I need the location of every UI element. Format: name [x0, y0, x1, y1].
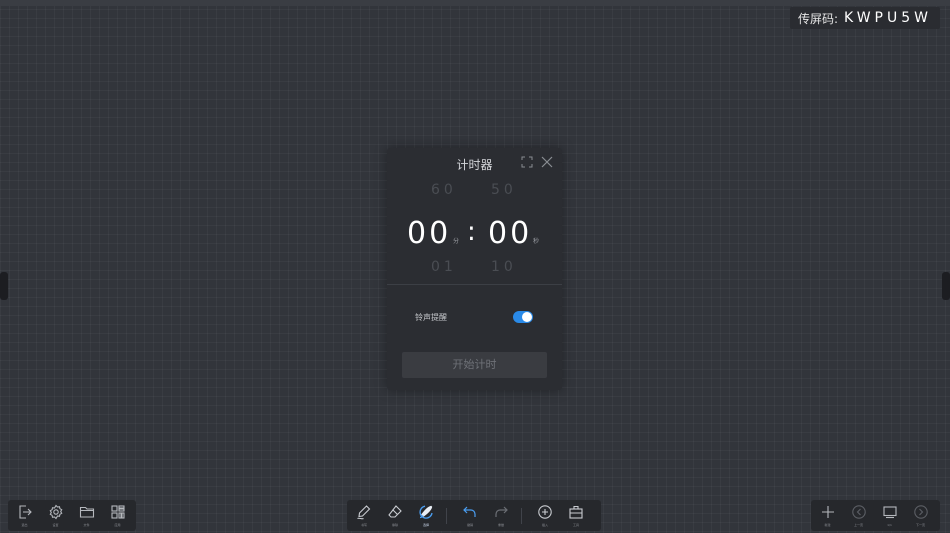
eraser-button[interactable]: 擦除 — [381, 500, 409, 531]
seconds-prev: 50 — [491, 182, 517, 198]
timer-divider — [387, 284, 562, 285]
redo-label: 重做 — [497, 523, 504, 527]
bell-reminder-row: 铃声提醒 — [387, 310, 562, 326]
timer-header: 计时器 — [387, 148, 562, 178]
redo-icon — [495, 506, 508, 517]
minutes-unit: 分 — [453, 238, 460, 245]
minutes-prev: 60 — [431, 182, 457, 198]
pages-icon — [882, 506, 897, 519]
right-toolbar: 新建 上一页 1/1 下一页 — [811, 500, 940, 531]
close-icon[interactable] — [541, 156, 553, 168]
bell-reminder-label: 铃声提醒 — [415, 313, 447, 322]
left-toolbar: 退出 设置 文件 应用 — [8, 500, 136, 531]
insert-label: 插入 — [541, 523, 548, 527]
plus-icon — [821, 506, 834, 518]
redo-button[interactable]: 重做 — [487, 500, 515, 531]
prev-page-button[interactable]: 上一页 — [844, 500, 873, 531]
minutes-value[interactable]: 00 — [407, 214, 451, 254]
apps-icon — [110, 505, 125, 519]
picker-current-row: 00 分 : 00 秒 — [387, 214, 562, 254]
toggle-knob — [522, 312, 532, 322]
screen-code-value: KWPU5W — [844, 10, 932, 26]
right-edge-handle[interactable] — [942, 272, 950, 300]
select-icon — [419, 505, 433, 519]
undo-button[interactable]: 撤销 — [456, 500, 484, 531]
toolbox-label: 工具 — [572, 523, 579, 527]
select-label: 选择 — [422, 523, 429, 527]
undo-label: 撤销 — [466, 523, 473, 527]
new-page-button[interactable]: 新建 — [813, 500, 842, 531]
new-page-label: 新建 — [824, 523, 831, 527]
select-button[interactable]: 选择 — [412, 500, 440, 531]
top-strip — [0, 0, 950, 6]
minutes-next: 01 — [431, 259, 457, 275]
next-page-button[interactable]: 下一页 — [906, 500, 935, 531]
pen-icon — [357, 505, 371, 520]
center-toolbar: 书写 擦除 选择 撤销 重做 插入 工具 — [347, 500, 601, 531]
start-timer-button[interactable]: 开始计时 — [402, 352, 547, 378]
pen-label: 书写 — [360, 523, 367, 527]
exit-label: 退出 — [21, 523, 28, 527]
prev-page-label: 上一页 — [853, 523, 863, 527]
apps-label: 应用 — [114, 523, 121, 527]
left-edge-handle[interactable] — [0, 272, 8, 300]
files-label: 文件 — [83, 523, 90, 527]
undo-icon — [463, 506, 476, 517]
exit-icon — [18, 505, 32, 519]
settings-label: 设置 — [52, 523, 59, 527]
pen-button[interactable]: 书写 — [350, 500, 378, 531]
time-colon: : — [467, 217, 476, 247]
bell-reminder-toggle[interactable] — [513, 311, 533, 323]
time-picker[interactable]: 60 50 00 分 : 00 秒 01 10 — [387, 178, 562, 290]
toolbox-button[interactable]: 工具 — [562, 500, 590, 531]
timer-title: 计时器 — [456, 158, 493, 172]
toolbar-separator — [521, 508, 522, 524]
next-page-label: 下一页 — [915, 523, 925, 527]
exit-button[interactable]: 退出 — [10, 500, 39, 531]
eraser-label: 擦除 — [391, 523, 398, 527]
seconds-next: 10 — [491, 259, 517, 275]
timer-dialog: 计时器 60 50 00 分 : 00 秒 01 10 铃声提醒 开始计时 — [387, 148, 562, 390]
insert-button[interactable]: 插入 — [531, 500, 559, 531]
screen-code-label: 传屏码: — [797, 11, 839, 26]
seconds-unit: 秒 — [533, 238, 540, 245]
apps-button[interactable]: 应用 — [103, 500, 132, 531]
page-indicator: 1/1 — [887, 523, 892, 527]
prev-icon — [851, 505, 866, 519]
settings-button[interactable]: 设置 — [41, 500, 70, 531]
seconds-value[interactable]: 00 — [488, 214, 532, 254]
gear-icon — [49, 504, 62, 520]
pages-button[interactable]: 1/1 — [875, 500, 904, 531]
screen-code-badge: 传屏码: KWPU5W — [789, 7, 940, 29]
folder-icon — [79, 506, 94, 518]
next-icon — [913, 505, 928, 519]
toolbar-separator — [446, 508, 447, 524]
expand-icon[interactable] — [521, 156, 533, 168]
toolbox-icon — [569, 505, 583, 519]
eraser-icon — [388, 505, 402, 518]
insert-icon — [538, 505, 552, 519]
files-button[interactable]: 文件 — [72, 500, 101, 531]
